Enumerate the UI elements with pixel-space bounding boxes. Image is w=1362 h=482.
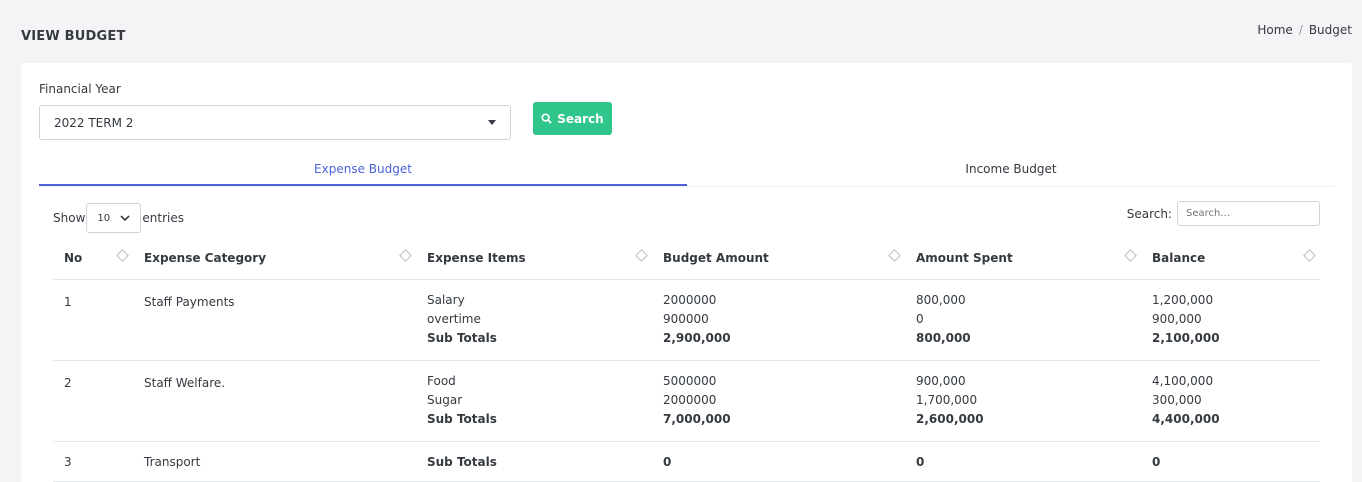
balance-value: 300,000	[1152, 392, 1202, 407]
row-category: Staff Welfare.	[133, 360, 416, 442]
row-balance: 4,100,000 300,000 4,400,000	[1141, 360, 1320, 442]
search-button-label: Search	[557, 111, 604, 126]
financial-year-label: Financial Year	[39, 82, 121, 96]
budget-card: Financial Year 2022 TERM 2 Search Expens…	[21, 63, 1352, 482]
sort-icon	[116, 249, 129, 262]
budget-value: 2000000	[663, 392, 717, 407]
sort-icon	[1124, 249, 1137, 262]
row-spent: 900,000 1,700,000 2,600,000	[905, 360, 1141, 442]
column-header-amount-spent[interactable]: Amount Spent	[905, 237, 1141, 280]
table-search: Search:	[1127, 201, 1320, 226]
subtotal-label: Sub Totals	[416, 441, 652, 482]
tab-expense-budget[interactable]: Expense Budget	[39, 158, 687, 186]
subtotal-balance: 0	[1141, 441, 1320, 482]
page-title: VIEW BUDGET	[21, 29, 126, 44]
subtotal-balance: 2,100,000	[1152, 330, 1220, 345]
row-no: 2	[53, 360, 133, 442]
spent-value: 0	[916, 311, 924, 326]
sort-icon	[635, 249, 648, 262]
search-button[interactable]: Search	[533, 102, 612, 135]
breadcrumb-current: Budget	[1308, 23, 1352, 37]
financial-year-select[interactable]: 2022 TERM 2	[39, 105, 511, 140]
subtotal-budget: 2,900,000	[663, 330, 731, 345]
row-no: 3	[53, 441, 133, 482]
page-length-control: Show 10 entries	[53, 203, 184, 233]
balance-value: 900,000	[1152, 311, 1202, 326]
table-search-input[interactable]	[1177, 201, 1320, 226]
subtotal-spent: 800,000	[916, 330, 971, 345]
spent-value: 800,000	[916, 292, 966, 307]
budget-value: 900000	[663, 311, 709, 326]
column-header-expense-items[interactable]: Expense Items	[416, 237, 652, 280]
column-header-no[interactable]: No	[53, 237, 133, 280]
row-category: Transport	[133, 441, 416, 482]
budget-value: 5000000	[663, 373, 717, 388]
table-row: 1 Staff Payments Salary overtime Sub Tot…	[53, 279, 1320, 361]
breadcrumb: Home / Budget	[1257, 23, 1352, 37]
item-name: Sugar	[427, 392, 463, 407]
table-row: 3 Transport Sub Totals 0 0 0	[53, 441, 1320, 482]
row-no: 1	[53, 279, 133, 361]
item-name: Salary	[427, 292, 465, 307]
subtotal-spent: 2,600,000	[916, 411, 984, 426]
show-label: Show	[53, 211, 86, 225]
column-header-budget-amount[interactable]: Budget Amount	[652, 237, 905, 280]
budget-tabs: Expense Budget Income Budget	[39, 158, 1335, 187]
row-spent: 800,000 0 800,000	[905, 279, 1141, 361]
budget-value: 2000000	[663, 292, 717, 307]
subtotal-balance: 4,400,000	[1152, 411, 1220, 426]
subtotal-label: Sub Totals	[427, 330, 497, 345]
subtotal-budget: 0	[652, 441, 905, 482]
row-items: Salary overtime Sub Totals	[416, 279, 652, 361]
row-budget: 5000000 2000000 7,000,000	[652, 360, 905, 442]
table-header-row: No Expense Category Expense Items Budget…	[53, 237, 1320, 280]
row-budget: 2000000 900000 2,900,000	[652, 279, 905, 361]
subtotal-label: Sub Totals	[427, 411, 497, 426]
row-items: Food Sugar Sub Totals	[416, 360, 652, 442]
subtotal-budget: 7,000,000	[663, 411, 731, 426]
page-length-select[interactable]: 10	[86, 203, 142, 233]
table-row: 2 Staff Welfare. Food Sugar Sub Totals 5…	[53, 360, 1320, 442]
chevron-down-icon	[120, 214, 130, 221]
breadcrumb-home-link[interactable]: Home	[1257, 23, 1292, 37]
page-length-value: 10	[97, 212, 111, 224]
column-header-balance[interactable]: Balance	[1141, 237, 1320, 280]
entries-label: entries	[142, 211, 184, 225]
balance-value: 1,200,000	[1152, 292, 1214, 307]
subtotal-spent: 0	[905, 441, 1141, 482]
expense-budget-table: No Expense Category Expense Items Budget…	[53, 237, 1320, 482]
row-category: Staff Payments	[133, 279, 416, 361]
table-search-label: Search:	[1126, 206, 1172, 221]
item-name: Food	[427, 373, 456, 388]
item-name: overtime	[427, 311, 481, 326]
spent-value: 900,000	[916, 373, 966, 388]
financial-year-value: 2022 TERM 2	[54, 115, 134, 130]
balance-value: 4,100,000	[1152, 373, 1214, 388]
sort-icon	[1303, 249, 1316, 262]
caret-down-icon	[488, 120, 496, 125]
sort-icon	[399, 249, 412, 262]
column-header-expense-category[interactable]: Expense Category	[133, 237, 416, 280]
spent-value: 1,700,000	[916, 392, 978, 407]
row-balance: 1,200,000 900,000 2,100,000	[1141, 279, 1320, 361]
sort-icon	[888, 249, 901, 262]
breadcrumb-separator: /	[1298, 23, 1303, 37]
search-icon	[541, 113, 552, 124]
tab-income-budget[interactable]: Income Budget	[687, 158, 1335, 186]
